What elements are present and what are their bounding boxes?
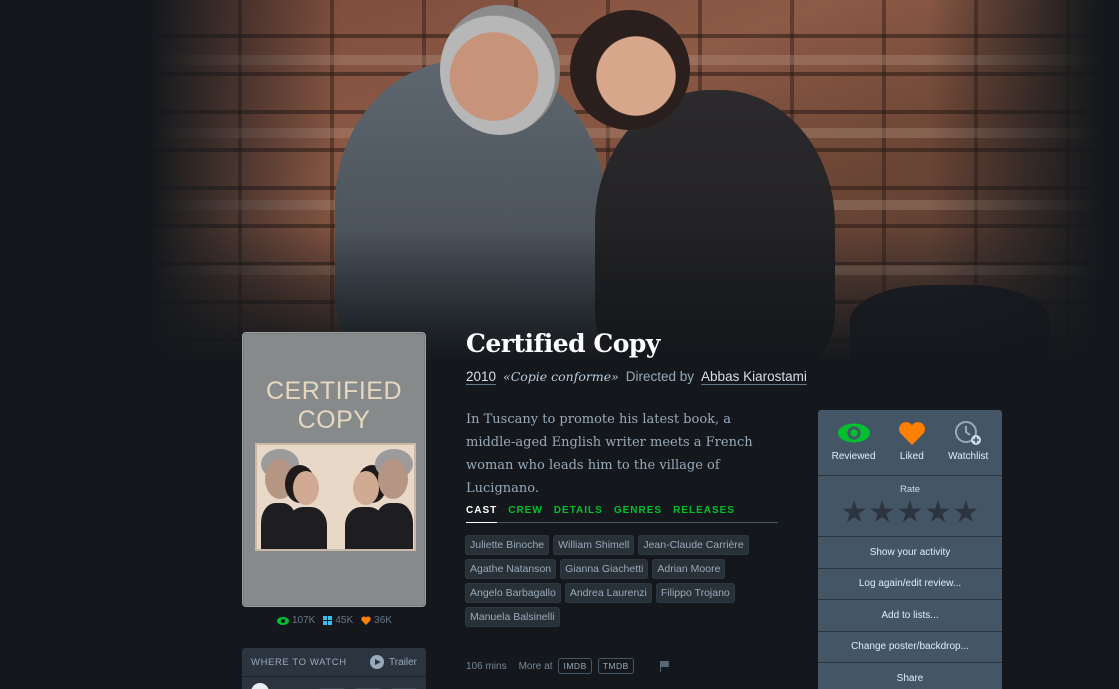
cast-member-link[interactable]: William Shimell xyxy=(553,535,635,555)
cast-member-link[interactable]: Manuela Balsinelli xyxy=(465,607,560,627)
cast-member-link[interactable]: Angelo Barbagallo xyxy=(465,583,561,603)
watchlist-label: Watchlist xyxy=(948,451,989,462)
rate-label: Rate xyxy=(899,484,921,495)
directed-by-label: Directed by xyxy=(625,369,695,384)
watched-count: 107K xyxy=(292,615,316,626)
release-year-link[interactable]: 2010 xyxy=(466,369,496,384)
star-icon[interactable]: ★ xyxy=(841,498,868,528)
log-again-button[interactable]: Log again/edit review... xyxy=(818,569,1002,600)
reviewed-label: Reviewed xyxy=(831,451,876,462)
more-at-label: More at xyxy=(518,660,553,672)
change-poster-button[interactable]: Change poster/backdrop... xyxy=(818,632,1002,663)
grid-icon xyxy=(323,616,333,625)
tab-releases[interactable]: RELEASES xyxy=(673,505,735,522)
liked-button[interactable]: Liked xyxy=(895,420,929,467)
cast-member-link[interactable]: Jean-Claude Carrière xyxy=(638,535,749,555)
add-to-lists-button[interactable]: Add to lists... xyxy=(818,600,1002,632)
rating-section: Rate ★ ★ ★ ★ ★ xyxy=(818,476,1002,537)
reviewed-button[interactable]: Reviewed xyxy=(832,420,876,467)
likes-stat[interactable]: 36K xyxy=(361,615,392,626)
cast-member-link[interactable]: Andrea Laurenzi xyxy=(564,583,652,603)
play-icon xyxy=(370,655,385,669)
star-icon[interactable]: ★ xyxy=(924,498,951,528)
poster-stats: 107K 45K 36K xyxy=(277,615,392,626)
imdb-button[interactable]: IMDB xyxy=(558,658,592,674)
star-icon[interactable]: ★ xyxy=(897,498,924,528)
cast-member-link[interactable]: Agathe Natanson xyxy=(465,559,557,579)
original-title: «Copie conforme» xyxy=(503,369,619,384)
runtime: 106 mins xyxy=(466,660,507,672)
tab-cast[interactable]: CAST xyxy=(466,505,498,523)
film-title: Certified Copy xyxy=(466,329,660,358)
heart-icon xyxy=(895,420,929,446)
star-icon[interactable]: ★ xyxy=(952,498,979,528)
eye-icon xyxy=(277,616,289,625)
where-to-watch-label: WHERE TO WATCH xyxy=(251,656,347,668)
cast-member-link[interactable]: Gianna Giachetti xyxy=(560,559,649,579)
service-logo-icon[interactable] xyxy=(251,683,269,689)
cast-list: Juliette Binoche William Shimell Jean-Cl… xyxy=(465,535,785,627)
film-synopsis: In Tuscany to promote his latest book, a… xyxy=(466,412,753,496)
tmdb-button[interactable]: TMDB xyxy=(597,658,634,674)
tab-details[interactable]: DETAILS xyxy=(554,505,603,522)
watchlist-button[interactable]: Watchlist xyxy=(948,420,988,467)
poster-title-text: CERTIFIED COPY xyxy=(266,377,402,434)
lists-count: 45K xyxy=(335,615,354,626)
liked-label: Liked xyxy=(899,451,924,462)
director-link[interactable]: Abbas Kiarostami xyxy=(701,369,807,384)
cast-member-link[interactable]: Adrian Moore xyxy=(652,559,726,579)
clock-plus-icon xyxy=(951,420,985,446)
tab-genres[interactable]: GENRES xyxy=(614,505,662,522)
trailer-label: Trailer xyxy=(389,656,417,668)
backdrop-image xyxy=(150,0,1100,370)
cast-member-link[interactable]: Juliette Binoche xyxy=(465,535,550,555)
trailer-link[interactable]: Trailer xyxy=(370,655,417,669)
film-detail-tabs: CAST CREW DETAILS GENRES RELEASES xyxy=(466,505,778,523)
poster-photo xyxy=(255,443,416,551)
flag-icon[interactable] xyxy=(659,660,670,672)
star-icon[interactable]: ★ xyxy=(869,498,896,528)
film-footer: 106 mins More at IMDB TMDB xyxy=(466,658,670,674)
eye-icon xyxy=(837,420,871,446)
likes-count: 36K xyxy=(374,615,392,626)
where-to-watch-panel: WHERE TO WATCH Trailer xyxy=(242,648,426,689)
watched-stat[interactable]: 107K xyxy=(277,615,315,626)
star-rating[interactable]: ★ ★ ★ ★ ★ xyxy=(818,498,1002,528)
actions-panel: Reviewed Liked Watchlist Rate ★ ★ ★ ★ ★ … xyxy=(818,410,1002,689)
cast-member-link[interactable]: Filippo Trojano xyxy=(655,583,735,603)
film-poster[interactable]: CERTIFIED COPY xyxy=(242,332,426,607)
lists-stat[interactable]: 45K xyxy=(323,615,353,626)
show-activity-button[interactable]: Show your activity xyxy=(818,537,1002,569)
tab-crew[interactable]: CREW xyxy=(508,505,543,522)
share-button[interactable]: Share xyxy=(818,663,1002,689)
film-meta: 2010 «Copie conforme» Directed by Abbas … xyxy=(466,369,807,384)
heart-icon xyxy=(361,616,371,625)
